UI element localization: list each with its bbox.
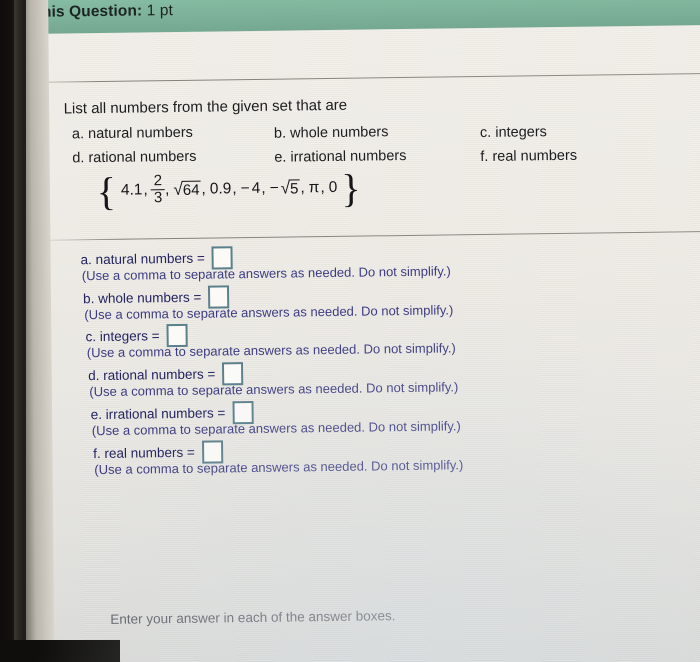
option-e-label: irrational numbers [290, 147, 407, 166]
set-item-fraction: 2 3 [150, 172, 166, 206]
value-4: 4 [251, 179, 261, 198]
answer-label-integers: c. integers = [85, 328, 160, 345]
set-separator: , [300, 179, 305, 197]
answer-label-natural-numbers: a. natural numbers = [80, 250, 205, 268]
set-separator: , [143, 181, 148, 199]
set-item-negative-4: −4 [241, 180, 261, 198]
radicand-64: 64 [181, 180, 201, 199]
option-a-key: a. [71, 126, 85, 143]
footer-instruction: Enter your answer in each of the answer … [110, 608, 396, 627]
set-item-0.9: 0.9 [209, 180, 232, 198]
radicand-5: 5 [288, 178, 300, 198]
answer-label-irrational-numbers: e. irrational numbers = [90, 405, 226, 423]
answer-label-rational-numbers: d. rational numbers = [88, 366, 216, 384]
minus-sign: − [269, 179, 279, 197]
answer-label-whole-numbers: b. whole numbers = [83, 289, 202, 307]
divider-top [23, 72, 700, 83]
question-prompt: List all numbers from the given set that… [63, 96, 348, 118]
photographed-screen: This Question: 1 pt List all numbers fro… [0, 0, 700, 662]
set-separator: , [320, 179, 325, 197]
question-points: 1 pt [146, 2, 174, 20]
set-item-sqrt-64: √ 64 [173, 179, 201, 199]
assignment-screen: This Question: 1 pt List all numbers fro… [22, 0, 700, 662]
option-b-label: whole numbers [290, 124, 389, 142]
set-separator: , [232, 180, 237, 198]
question-header-bar: This Question: 1 pt [22, 0, 700, 34]
fraction-numerator: 2 [153, 172, 163, 190]
question-option-b: b. whole numbers [274, 124, 389, 141]
monitor-bezel-bottom [0, 640, 120, 662]
option-d-label: rational numbers [88, 148, 197, 167]
option-c-key: c. [479, 124, 492, 142]
option-f-label: real numbers [492, 147, 578, 165]
option-b-key: b. [273, 125, 287, 142]
set-separator: , [261, 179, 266, 197]
answer-label-real-numbers: f. real numbers = [93, 444, 195, 462]
option-a-label: natural numbers [87, 124, 193, 143]
minus-sign: − [240, 180, 250, 198]
question-header-text: This Question: 1 pt [32, 2, 173, 22]
number-set: { 4.1 , 2 3 , √ 64 , 0.9 , −4 , − √ 5 , π … [96, 166, 360, 214]
set-separator: , [201, 180, 206, 198]
set-item-0: 0 [328, 178, 338, 197]
monitor-bezel-sheen [14, 0, 24, 662]
question-option-e: e. irrational numbers [274, 148, 406, 166]
option-f-key: f. [480, 148, 489, 166]
divider-middle [47, 230, 700, 241]
option-e-key: e. [274, 149, 287, 166]
question-option-d: d. rational numbers [72, 149, 196, 167]
question-option-c: c. integers [480, 124, 547, 141]
question-option-a: a. natural numbers [72, 125, 193, 143]
option-c-label: integers [495, 124, 547, 141]
set-item-pi: π [308, 179, 320, 197]
set-separator: , [165, 181, 170, 199]
question-option-f: f. real numbers [480, 148, 577, 165]
question-header-title: This Question: [32, 2, 143, 21]
fraction-denominator: 3 [150, 189, 166, 206]
set-item-negative-sqrt-5: − √ 5 [269, 178, 300, 198]
option-d-key: d. [72, 150, 85, 167]
set-item-4.1: 4.1 [120, 181, 143, 199]
